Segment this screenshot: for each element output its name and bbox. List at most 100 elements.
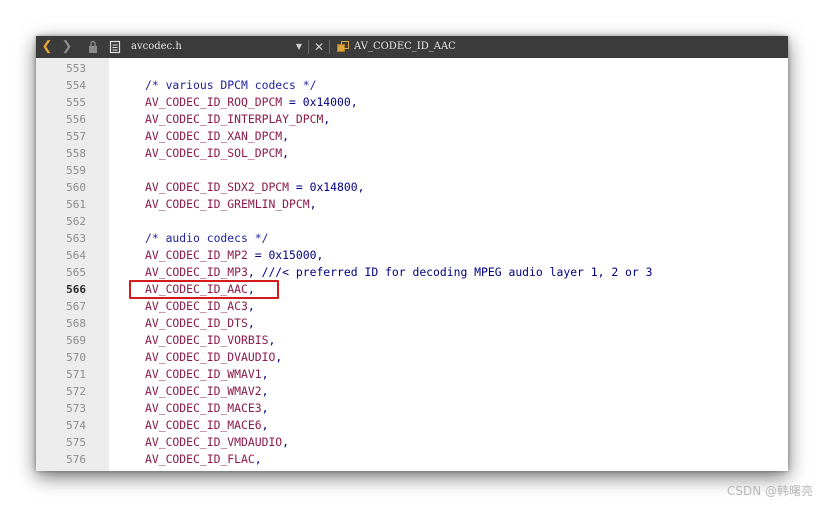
- code-text: AV_CODEC_ID_INTERPLAY_DPCM,: [145, 111, 330, 128]
- code-line[interactable]: 567 AV_CODEC_ID_AC3,: [36, 298, 788, 315]
- code-rest: ,: [309, 197, 317, 211]
- code-text: AV_CODEC_ID_VMDAUDIO,: [145, 434, 289, 451]
- back-arrow-icon[interactable]: ❮: [41, 36, 53, 58]
- code-rest: ,: [254, 452, 262, 466]
- line-number: 573: [66, 402, 86, 415]
- line-number: 556: [66, 113, 86, 126]
- code-line[interactable]: 560 AV_CODEC_ID_SDX2_DPCM = 0x14800,: [36, 179, 788, 196]
- code-line[interactable]: 557 AV_CODEC_ID_XAN_DPCM,: [36, 128, 788, 145]
- code-line[interactable]: 571 AV_CODEC_ID_WMAV1,: [36, 366, 788, 383]
- enum-identifier: AV_CODEC_ID_MP2: [145, 248, 248, 262]
- code-rest: ,: [261, 401, 269, 415]
- code-area[interactable]: 553 554 /* various DPCM codecs */ 555 AV_COD…: [36, 58, 788, 471]
- tab-bar: ❮ ❯ avcodec.h ▼ ✕ AV_CODEC_ID_AAC: [36, 36, 788, 58]
- code-line[interactable]: 561 AV_CODEC_ID_GREMLIN_DPCM,: [36, 196, 788, 213]
- code-rest: ,: [261, 418, 269, 432]
- code-text: AV_CODEC_ID_MACE3,: [145, 400, 268, 417]
- line-number: 570: [66, 351, 86, 364]
- divider: [308, 40, 309, 54]
- code-line[interactable]: 570 AV_CODEC_ID_DVAUDIO,: [36, 349, 788, 366]
- enum-identifier: AV_CODEC_ID_AC3: [145, 299, 248, 313]
- highlight-annotation-box: [129, 280, 279, 299]
- close-icon[interactable]: ✕: [313, 36, 325, 58]
- code-line[interactable]: 576 AV_CODEC_ID_FLAC,: [36, 451, 788, 468]
- enum-identifier: AV_CODEC_ID_XAN_DPCM: [145, 129, 283, 143]
- code-line[interactable]: 558 AV_CODEC_ID_SOL_DPCM,: [36, 145, 788, 162]
- code-line[interactable]: 575 AV_CODEC_ID_VMDAUDIO,: [36, 434, 788, 451]
- code-text: AV_CODEC_ID_WMAV1,: [145, 366, 268, 383]
- code-line[interactable]: 562: [36, 213, 788, 230]
- code-line[interactable]: 553: [36, 60, 788, 77]
- code-line[interactable]: 572 AV_CODEC_ID_WMAV2,: [36, 383, 788, 400]
- code-line[interactable]: 554 /* various DPCM codecs */: [36, 77, 788, 94]
- line-number: 557: [66, 130, 86, 143]
- code-rest: , ///< preferred ID for decoding MPEG au…: [247, 265, 653, 279]
- code-comment: /* various DPCM codecs */: [145, 78, 317, 92]
- line-number: 571: [66, 368, 86, 381]
- code-comment: /* audio codecs */: [145, 231, 269, 245]
- code-rest: ,: [323, 112, 331, 126]
- code-text: AV_CODEC_ID_XAN_DPCM,: [145, 128, 289, 145]
- enum-identifier: AV_CODEC_ID_DVAUDIO: [145, 350, 276, 364]
- code-rest: = 0x14000,: [282, 95, 358, 109]
- line-number: 564: [66, 249, 86, 262]
- line-number: 554: [66, 79, 86, 92]
- code-line[interactable]: 559: [36, 162, 788, 179]
- code-line[interactable]: 565 AV_CODEC_ID_MP3, ///< preferred ID fo…: [36, 264, 788, 281]
- code-line[interactable]: 556 AV_CODEC_ID_INTERPLAY_DPCM,: [36, 111, 788, 128]
- divider: [329, 40, 330, 54]
- enum-identifier: AV_CODEC_ID_MACE3: [145, 401, 262, 415]
- code-text: AV_CODEC_ID_GREMLIN_DPCM,: [145, 196, 316, 213]
- code-rest: ,: [275, 350, 283, 364]
- file-tab-name[interactable]: avcodec.h: [131, 36, 281, 58]
- code-rest: ,: [261, 384, 269, 398]
- enum-identifier: AV_CODEC_ID_VORBIS: [145, 333, 269, 347]
- code-text: /* audio codecs */: [145, 230, 268, 247]
- line-number: 569: [66, 334, 86, 347]
- code-line[interactable]: 563 /* audio codecs */: [36, 230, 788, 247]
- code-text: AV_CODEC_ID_MACE6,: [145, 417, 268, 434]
- code-line[interactable]: 568 AV_CODEC_ID_DTS,: [36, 315, 788, 332]
- symbol-icon: [336, 36, 350, 58]
- code-rest: ,: [268, 333, 276, 347]
- enum-identifier: AV_CODEC_ID_INTERPLAY_DPCM: [145, 112, 324, 126]
- line-number: 576: [66, 453, 86, 466]
- code-line[interactable]: 555 AV_CODEC_ID_ROQ_DPCM = 0x14000,: [36, 94, 788, 111]
- watermark: CSDN @韩曙亮: [726, 484, 813, 498]
- editor-window: ❮ ❯ avcodec.h ▼ ✕ AV_CODEC_ID_AAC 553 55…: [36, 36, 788, 471]
- line-number: 562: [66, 215, 86, 228]
- code-line[interactable]: 564 AV_CODEC_ID_MP2 = 0x15000,: [36, 247, 788, 264]
- line-number: 574: [66, 419, 86, 432]
- line-number: 575: [66, 436, 86, 449]
- code-text: AV_CODEC_ID_ROQ_DPCM = 0x14000,: [145, 94, 358, 111]
- line-number: 553: [66, 62, 86, 75]
- enum-identifier: AV_CODEC_ID_WMAV1: [145, 367, 262, 381]
- symbol-name[interactable]: AV_CODEC_ID_AAC: [354, 36, 574, 58]
- code-text: AV_CODEC_ID_FLAC,: [145, 451, 262, 468]
- code-rest: ,: [282, 435, 290, 449]
- line-number: 560: [66, 181, 86, 194]
- code-text: AV_CODEC_ID_SOL_DPCM,: [145, 145, 289, 162]
- line-number: 558: [66, 147, 86, 160]
- enum-identifier: AV_CODEC_ID_GREMLIN_DPCM: [145, 197, 310, 211]
- chevron-down-icon[interactable]: ▼: [294, 36, 304, 58]
- code-rest: ,: [282, 146, 290, 160]
- enum-identifier: AV_CODEC_ID_FLAC: [145, 452, 255, 466]
- line-number: 565: [66, 266, 86, 279]
- line-number: 555: [66, 96, 86, 109]
- line-number: 567: [66, 300, 86, 313]
- code-text: AV_CODEC_ID_DTS,: [145, 315, 255, 332]
- code-line[interactable]: 569 AV_CODEC_ID_VORBIS,: [36, 332, 788, 349]
- line-number: 566: [66, 283, 86, 296]
- forward-arrow-icon[interactable]: ❯: [61, 36, 73, 58]
- code-rest: ,: [247, 299, 255, 313]
- code-text: AV_CODEC_ID_MP2 = 0x15000,: [145, 247, 323, 264]
- enum-identifier: AV_CODEC_ID_VMDAUDIO: [145, 435, 283, 449]
- code-line[interactable]: 574 AV_CODEC_ID_MACE6,: [36, 417, 788, 434]
- code-rest: = 0x14800,: [289, 180, 365, 194]
- line-number: 559: [66, 164, 86, 177]
- enum-identifier: AV_CODEC_ID_SOL_DPCM: [145, 146, 283, 160]
- code-line[interactable]: 573 AV_CODEC_ID_MACE3,: [36, 400, 788, 417]
- enum-identifier: AV_CODEC_ID_MACE6: [145, 418, 262, 432]
- line-number: 572: [66, 385, 86, 398]
